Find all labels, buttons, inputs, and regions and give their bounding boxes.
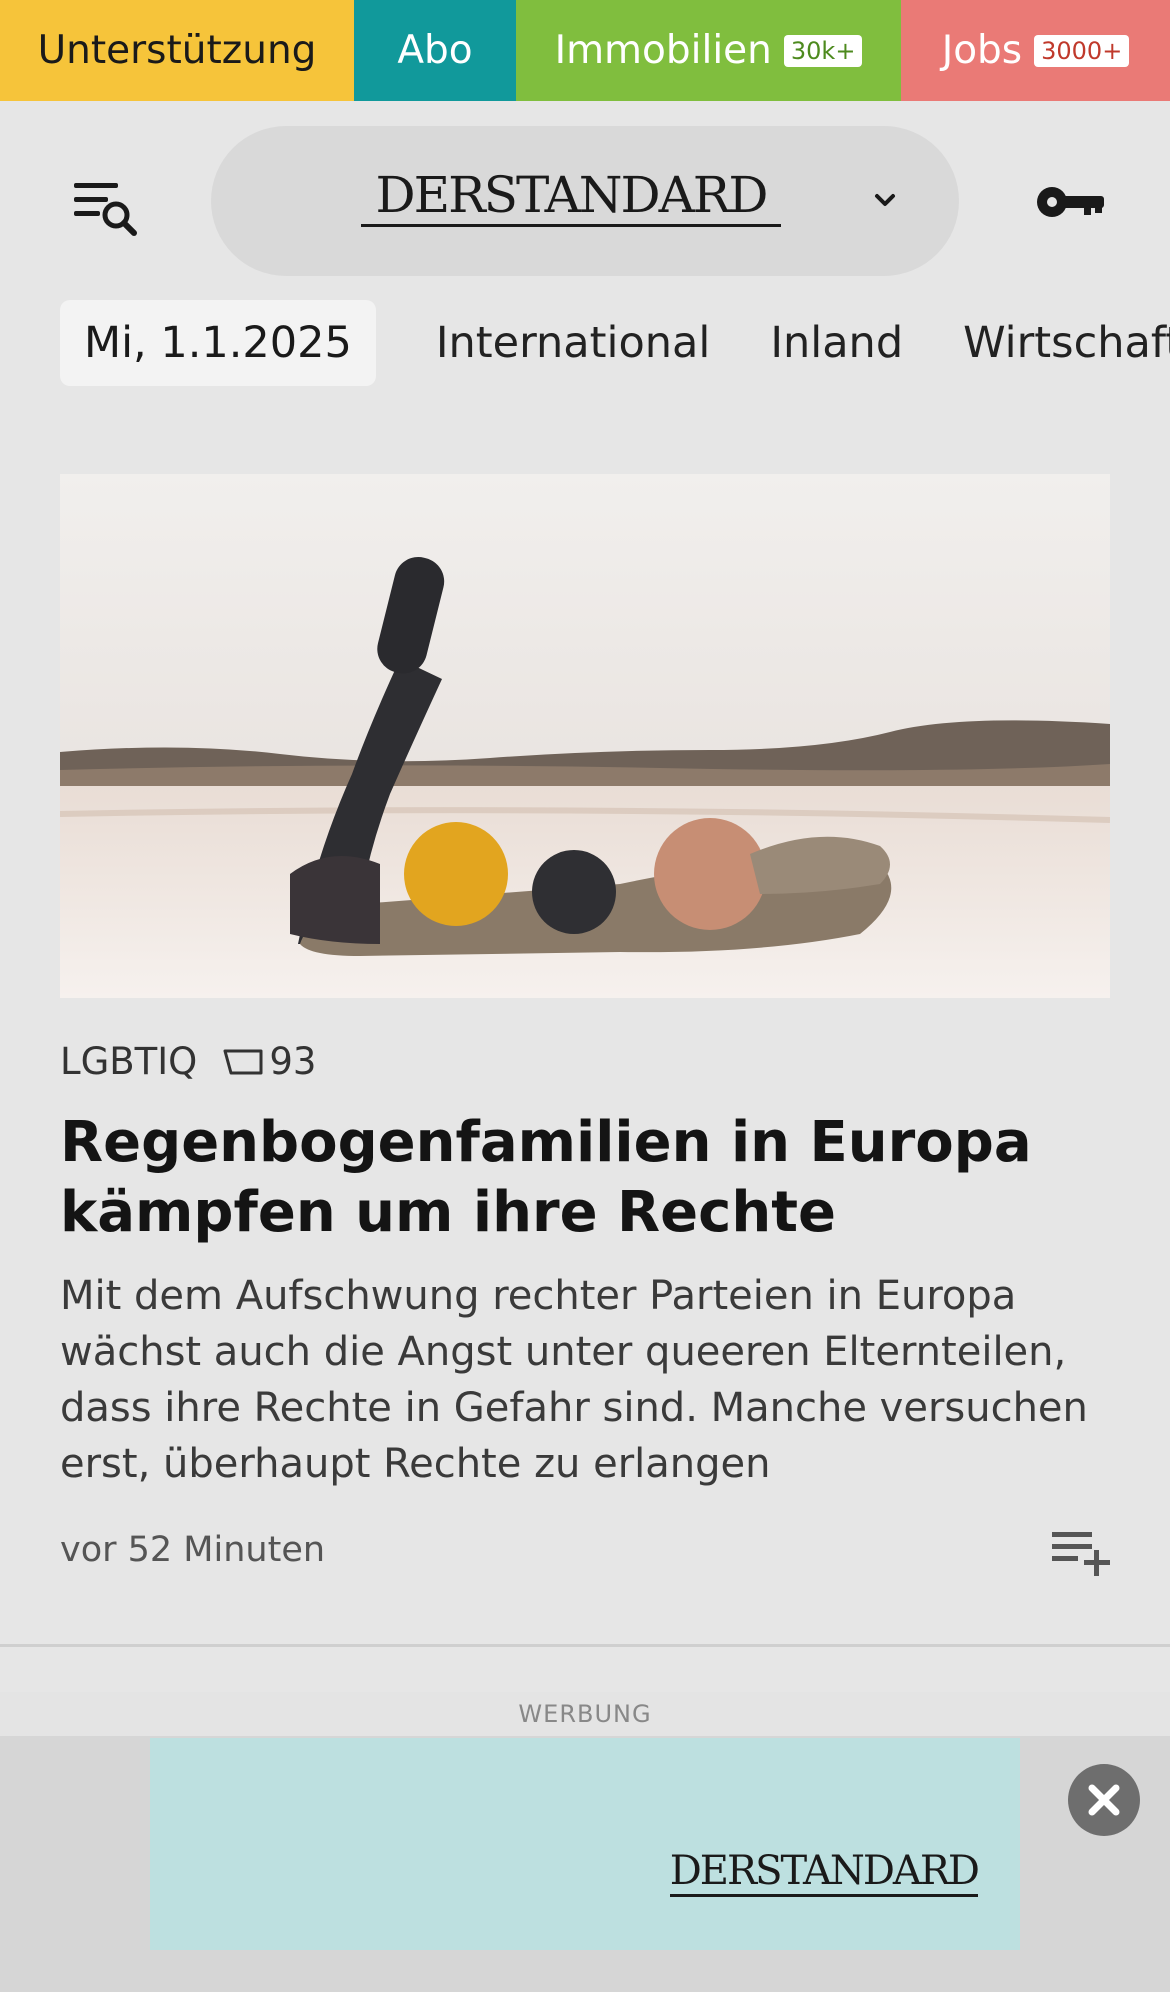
comment-count[interactable]: 93 [269, 1040, 316, 1083]
site-logo: DERSTANDARD [361, 166, 781, 227]
abo-label: Abo [397, 28, 473, 73]
immobilien-badge: 30k+ [783, 34, 863, 67]
add-to-list-button[interactable] [1050, 1528, 1112, 1576]
article-category[interactable]: LGBTIQ [60, 1040, 197, 1083]
key-icon [1037, 187, 1104, 217]
immobilien-link[interactable]: Immobilien 30k+ [516, 0, 901, 101]
nav-item-wirtschaft[interactable]: Wirtschaft [963, 318, 1170, 368]
article-meta: LGBTIQ 93 [60, 1040, 316, 1083]
support-label: Unterstützung [37, 28, 317, 73]
nav-item-international[interactable]: International [436, 318, 710, 368]
section-nav: Mi, 1.1.2025 International Inland Wirtsc… [60, 300, 1170, 386]
article-teaser[interactable]: Mit dem Aufschwung rechter Parteien in E… [60, 1268, 1120, 1492]
ad-close-button[interactable] [1068, 1764, 1140, 1836]
playlist-add-icon [1052, 1532, 1110, 1576]
jobs-badge: 3000+ [1034, 34, 1130, 67]
close-icon [1088, 1784, 1120, 1816]
ad-banner[interactable]: DERSTANDARD [150, 1738, 1020, 1950]
menu-search-button[interactable] [70, 177, 142, 245]
site-header: DERSTANDARD [0, 101, 1170, 291]
login-button[interactable] [1036, 181, 1106, 223]
top-service-bar: Unterstützung Abo Immobilien 30k+ Jobs 3… [0, 0, 1170, 101]
jobs-label: Jobs [941, 28, 1023, 73]
date-label: Mi, 1.1.2025 [84, 318, 352, 368]
ad-label: WERBUNG [0, 1692, 1170, 1736]
chevron-down-icon [875, 194, 895, 206]
section-divider [0, 1644, 1170, 1647]
article-hero-image[interactable] [60, 474, 1110, 998]
jobs-link[interactable]: Jobs 3000+ [901, 0, 1170, 101]
abo-link[interactable]: Abo [354, 0, 516, 101]
logo-pill[interactable]: DERSTANDARD [211, 126, 959, 276]
hero-photo [60, 474, 1110, 998]
menu-search-icon [74, 183, 137, 236]
article-time: vor 52 Minuten [60, 1530, 326, 1570]
comment-icon [223, 1049, 263, 1074]
immobilien-label: Immobilien [554, 28, 772, 73]
ad-logo: DERSTANDARD [669, 1848, 980, 1897]
date-chip[interactable]: Mi, 1.1.2025 [60, 300, 376, 386]
support-link[interactable]: Unterstützung [0, 0, 354, 101]
nav-item-inland[interactable]: Inland [770, 318, 903, 368]
article-headline[interactable]: Regenbogenfamilien in Europa kämpfen um … [60, 1108, 1110, 1248]
